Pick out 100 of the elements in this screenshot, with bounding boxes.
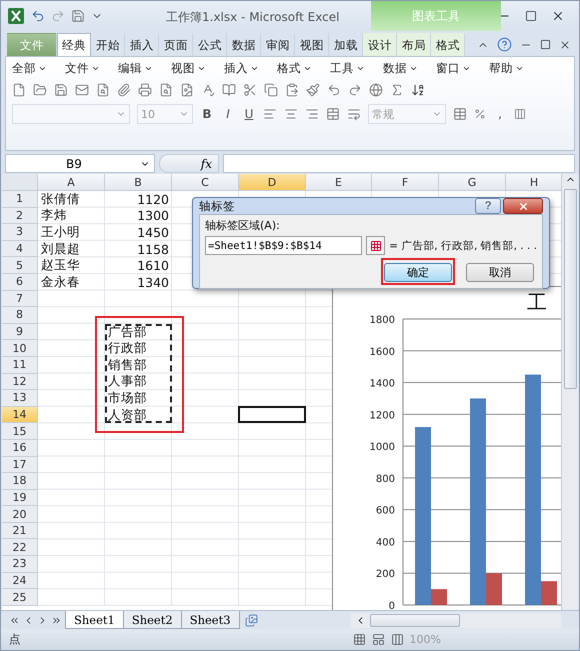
- dialog-button[interactable]: 取消: [466, 263, 534, 282]
- close-icon[interactable]: [559, 38, 571, 50]
- insert-sheet-icon[interactable]: [244, 614, 258, 626]
- row-header[interactable]: 12: [2, 374, 38, 390]
- copy-icon[interactable]: [264, 83, 278, 97]
- menu-item[interactable]: 帮助: [489, 60, 542, 76]
- row-header[interactable]: 8: [2, 307, 38, 324]
- scroll-thumb[interactable]: [370, 614, 460, 626]
- new-file-icon[interactable]: [12, 83, 26, 97]
- paperclip-icon[interactable]: [117, 83, 131, 97]
- row-header[interactable]: 2: [2, 208, 38, 224]
- menu-item[interactable]: 窗口: [436, 60, 489, 76]
- wrap-text-icon[interactable]: [347, 107, 361, 121]
- row-header[interactable]: 16: [2, 440, 38, 456]
- format-button[interactable]: I: [221, 107, 235, 121]
- row-header[interactable]: 23: [2, 556, 38, 573]
- redo-icon[interactable]: [348, 83, 362, 97]
- preview-icon[interactable]: [96, 83, 110, 97]
- row-header[interactable]: 10: [2, 340, 38, 357]
- column-header[interactable]: A: [38, 174, 105, 191]
- table-format-icon[interactable]: [453, 107, 467, 121]
- sum-icon[interactable]: [390, 83, 404, 97]
- menu-item[interactable]: 视图: [171, 60, 224, 76]
- row-header[interactable]: 22: [2, 539, 38, 556]
- format-button[interactable]: U: [242, 107, 256, 121]
- mail-icon[interactable]: [75, 83, 89, 97]
- insert-function-button[interactable]: fx: [159, 154, 219, 173]
- row-header[interactable]: 19: [2, 490, 38, 506]
- menu-item[interactable]: 插入: [224, 60, 277, 76]
- row-header[interactable]: 7: [2, 290, 38, 308]
- menu-item[interactable]: 编辑: [118, 60, 171, 76]
- column-header[interactable]: C: [172, 174, 239, 191]
- align-right-icon[interactable]: [305, 107, 319, 121]
- row-header[interactable]: 13: [2, 390, 38, 407]
- align-left-icon[interactable]: [263, 107, 277, 121]
- sheet-tab[interactable]: Sheet2: [122, 611, 182, 629]
- ribbon-tab[interactable]: 布局: [397, 33, 431, 56]
- name-box[interactable]: B9: [5, 154, 155, 173]
- menu-item[interactable]: 全部: [12, 60, 65, 76]
- paste-icon[interactable]: [285, 83, 299, 97]
- maximize-icon[interactable]: [525, 10, 537, 22]
- chart-area[interactable]: 0 200 400 600 800 1000 1200 1400 1600 1800 工: [332, 286, 562, 610]
- close-icon[interactable]: [551, 9, 565, 23]
- spell-check-icon[interactable]: [201, 83, 215, 97]
- printer-icon[interactable]: [138, 83, 152, 97]
- ribbon-tab[interactable]: 设计: [363, 33, 397, 56]
- ribbon-tab[interactable]: 格式: [431, 33, 465, 56]
- globe-icon[interactable]: [369, 83, 383, 97]
- page-icon[interactable]: [180, 83, 194, 97]
- row-header[interactable]: 5: [2, 257, 38, 274]
- format-painter-icon[interactable]: [306, 83, 320, 97]
- column-header[interactable]: H: [506, 174, 562, 191]
- range-input[interactable]: =Sheet1!$B$9:$B$14: [205, 236, 362, 255]
- row-header[interactable]: 11: [2, 356, 38, 374]
- row-header[interactable]: 24: [2, 572, 38, 590]
- row-header[interactable]: 21: [2, 522, 38, 540]
- range-picker-button[interactable]: [366, 236, 386, 255]
- merge-cells-icon[interactable]: [326, 107, 340, 121]
- row-header[interactable]: 25: [2, 589, 38, 606]
- ribbon-tab[interactable]: 经典: [57, 33, 91, 56]
- column-header[interactable]: F: [372, 174, 439, 191]
- row-header[interactable]: 20: [2, 506, 38, 523]
- folder-icon[interactable]: [33, 83, 47, 97]
- row-header[interactable]: 9: [2, 324, 38, 340]
- sheet-tab[interactable]: Sheet3: [180, 611, 240, 629]
- undo-icon[interactable]: [31, 9, 45, 23]
- excel-logo-icon[interactable]: [7, 7, 25, 25]
- undo-icon[interactable]: [327, 83, 341, 97]
- row-header[interactable]: 3: [2, 224, 38, 241]
- row-header[interactable]: 4: [2, 240, 38, 258]
- percent-icon[interactable]: [474, 108, 486, 120]
- print-preview-icon[interactable]: [159, 83, 173, 97]
- restore-icon[interactable]: [540, 39, 551, 50]
- menu-item[interactable]: 文件: [65, 60, 118, 76]
- normal-view-icon[interactable]: [352, 633, 366, 646]
- cut-icon[interactable]: [243, 83, 257, 97]
- sheet-tab[interactable]: Sheet1: [65, 611, 124, 629]
- menu-item[interactable]: 工具: [330, 60, 383, 76]
- format-button[interactable]: B: [200, 107, 214, 121]
- row-header[interactable]: 17: [2, 456, 38, 474]
- row-header[interactable]: 1: [2, 191, 38, 208]
- align-center-icon[interactable]: [284, 107, 298, 121]
- save-icon[interactable]: [71, 9, 85, 23]
- formula-input[interactable]: [223, 154, 575, 173]
- comma-style-button[interactable]: ,: [493, 107, 507, 121]
- sort-icon[interactable]: [411, 83, 425, 97]
- page-layout-icon[interactable]: [372, 633, 385, 646]
- save-icon[interactable]: [54, 83, 68, 97]
- help-button[interactable]: ?: [475, 198, 501, 214]
- menu-item[interactable]: 数据: [383, 60, 436, 76]
- row-header[interactable]: 15: [2, 423, 38, 440]
- book-icon[interactable]: [222, 83, 236, 97]
- decimal-icon[interactable]: [514, 108, 526, 120]
- row-header[interactable]: 18: [2, 473, 38, 490]
- close-button[interactable]: [503, 198, 543, 214]
- column-header[interactable]: D: [239, 174, 306, 191]
- row-header[interactable]: 6: [2, 274, 38, 291]
- column-header[interactable]: B: [105, 174, 172, 191]
- row-header[interactable]: 14: [2, 406, 38, 424]
- scroll-thumb[interactable]: [564, 189, 577, 389]
